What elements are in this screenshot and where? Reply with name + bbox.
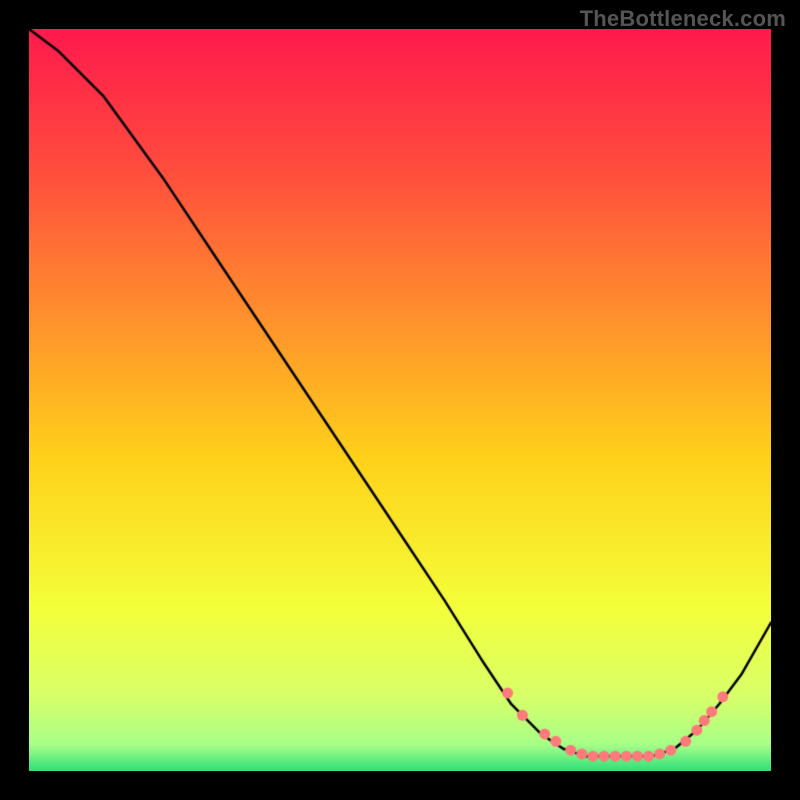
watermark-label: TheBottleneck.com [580, 6, 786, 32]
chart-frame: TheBottleneck.com [0, 0, 800, 800]
bottleneck-chart [29, 29, 771, 771]
